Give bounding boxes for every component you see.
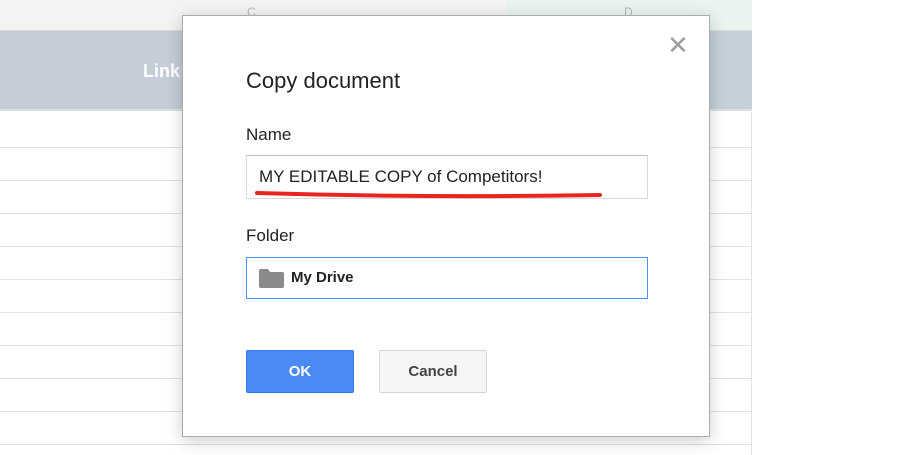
- ok-button[interactable]: OK: [246, 350, 354, 393]
- name-input[interactable]: [246, 155, 648, 199]
- sheet-header-text: Link: [143, 61, 181, 81]
- folder-icon: [259, 269, 284, 288]
- folder-picker[interactable]: My Drive: [246, 257, 648, 299]
- folder-label: Folder: [246, 226, 295, 245]
- close-icon[interactable]: ✕: [667, 33, 689, 59]
- copy-document-dialog: ✕ Copy document Name Folder My Drive OK …: [182, 15, 710, 437]
- dialog-title: Copy document: [246, 68, 401, 93]
- name-label: Name: [246, 125, 292, 144]
- folder-value: My Drive: [291, 269, 354, 286]
- cancel-button[interactable]: Cancel: [379, 350, 487, 393]
